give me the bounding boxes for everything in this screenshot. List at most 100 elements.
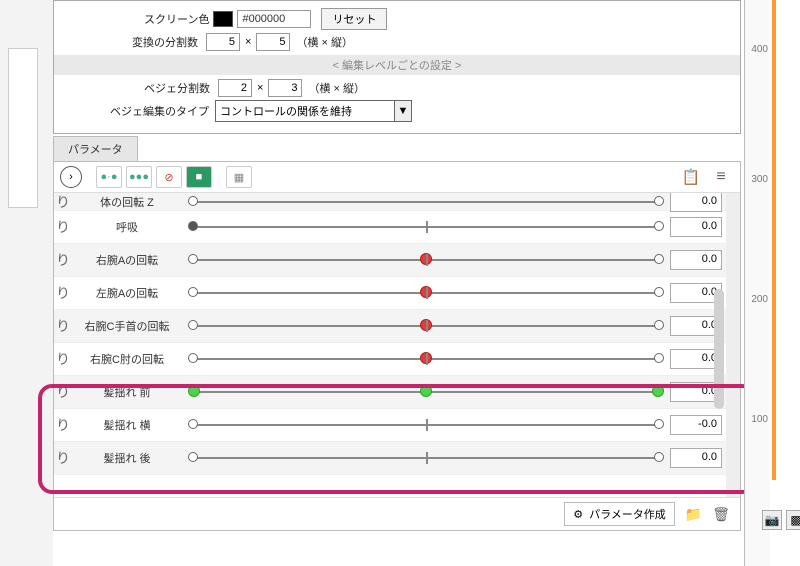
bezier-div-x-input[interactable]: 2	[218, 79, 252, 97]
slider-tick	[426, 320, 428, 332]
times-symbol: ×	[245, 36, 251, 48]
camera-icon[interactable]: 📷	[762, 510, 782, 530]
slider-end-right[interactable]	[654, 452, 664, 462]
tab-parameters[interactable]: パラメータ	[53, 136, 138, 161]
parameter-row[interactable]: り髪揺れ 横-0.0	[54, 409, 726, 442]
expand-icon[interactable]: ›	[60, 166, 82, 188]
slider-end-right[interactable]	[654, 254, 664, 264]
parameter-name: 右腕C手首の回転	[72, 318, 182, 334]
create-parameter-button[interactable]: ⚙ パラメータ作成	[564, 502, 675, 526]
slider-end-right[interactable]	[654, 221, 664, 231]
slider-end-right[interactable]	[654, 353, 664, 363]
slider-end-left[interactable]	[188, 254, 198, 264]
slider-end-left[interactable]	[188, 353, 198, 363]
parameter-slider[interactable]	[188, 380, 664, 404]
screen-color-swatch[interactable]	[213, 11, 233, 27]
pin-icon[interactable]: り	[54, 283, 72, 303]
slider-end-right[interactable]	[654, 287, 664, 297]
create-parameter-label: パラメータ作成	[589, 506, 666, 522]
slider-tick	[426, 287, 428, 299]
settings-subheader: < 編集レベルごとの設定 >	[54, 55, 740, 75]
slider-key-green[interactable]	[420, 385, 432, 397]
slider-end-right[interactable]	[652, 385, 664, 397]
pin-icon[interactable]: り	[54, 349, 72, 369]
parameter-slider[interactable]	[188, 193, 664, 214]
bezier-div-label: ベジェ分割数	[144, 80, 210, 96]
pin-icon[interactable]: り	[54, 217, 72, 237]
key-solid-icon[interactable]: ■	[186, 166, 212, 188]
parameter-row[interactable]: り呼吸0.0	[54, 211, 726, 244]
slider-end-left[interactable]	[188, 452, 198, 462]
clipboard-icon[interactable]: 📋	[678, 166, 704, 188]
slider-end-left[interactable]	[188, 287, 198, 297]
parameter-row[interactable]: り右腕C手首の回転0.0	[54, 310, 726, 343]
pin-icon[interactable]: り	[54, 448, 72, 468]
slider-end-right[interactable]	[654, 196, 664, 206]
slider-end-left[interactable]	[188, 385, 200, 397]
parameter-slider[interactable]	[188, 314, 664, 338]
ruler-tick-300: 300	[751, 174, 768, 185]
screen-color-hex[interactable]: #000000	[237, 10, 311, 28]
key-add-3-icon[interactable]: ●●●	[126, 166, 152, 188]
slider-end-left[interactable]	[188, 419, 198, 429]
ruler-tick-100: 100	[751, 414, 768, 425]
slider-tick	[426, 353, 428, 365]
checker-icon[interactable]: ▩	[786, 510, 800, 530]
pin-icon[interactable]: り	[54, 415, 72, 435]
parameter-row[interactable]: り髪揺れ 後0.0	[54, 442, 726, 475]
parameter-row[interactable]: り体の回転 Z0.0	[54, 193, 726, 211]
key-add-2-icon[interactable]: ●·●	[96, 166, 122, 188]
slider-tick	[426, 452, 428, 464]
parameter-row[interactable]: り左腕Aの回転0.0	[54, 277, 726, 310]
pin-icon[interactable]: り	[54, 250, 72, 270]
times-symbol: ×	[257, 82, 263, 94]
slider-end-left[interactable]	[188, 221, 198, 231]
screen-color-label: スクリーン色	[144, 11, 209, 27]
slider-tick	[426, 221, 428, 233]
bezier-suffix: （横 × 縦）	[308, 80, 365, 96]
right-ruler: 400 300 200 100	[744, 0, 770, 566]
bezier-type-dropdown[interactable]: コントロールの関係を維持	[215, 100, 395, 122]
pin-icon[interactable]: り	[54, 316, 72, 336]
parameter-row[interactable]: り右腕C肘の回転0.0	[54, 343, 726, 376]
folder-icon[interactable]: 📁	[685, 506, 702, 523]
division-suffix: （横 × 縦）	[296, 34, 353, 50]
division-y-input[interactable]: 5	[256, 33, 290, 51]
pin-icon[interactable]: り	[54, 382, 72, 402]
dropdown-arrow-icon[interactable]: ▼	[394, 100, 412, 122]
parameter-slider[interactable]	[188, 215, 664, 239]
division-x-input[interactable]: 5	[206, 33, 240, 51]
key-grid-icon[interactable]: ▦	[226, 166, 252, 188]
parameter-name: 髪揺れ 前	[72, 384, 182, 400]
pin-icon[interactable]: り	[54, 193, 72, 212]
slider-end-right[interactable]	[654, 419, 664, 429]
bezier-type-label: ベジェ編集のタイプ	[110, 103, 209, 119]
division-label: 変換の分割数	[132, 34, 198, 50]
slider-end-left[interactable]	[188, 196, 198, 206]
parameter-row[interactable]: り髪揺れ 前0.0	[54, 376, 726, 409]
settings-panel: スクリーン色 #000000 リセット 変換の分割数 5 × 5 （横 × 縦）…	[53, 0, 741, 134]
ruler-tick-200: 200	[751, 294, 768, 305]
scrollbar[interactable]	[712, 193, 726, 497]
param-tabstrip: パラメータ	[53, 136, 741, 161]
bezier-div-y-input[interactable]: 3	[268, 79, 302, 97]
slider-end-left[interactable]	[188, 320, 198, 330]
parameter-row[interactable]: り右腕Aの回転0.0	[54, 244, 726, 277]
parameter-slider[interactable]	[188, 446, 664, 470]
parameter-slider[interactable]	[188, 413, 664, 437]
ruler-tick-400: 400	[751, 44, 768, 55]
parameter-slider[interactable]	[188, 347, 664, 371]
parameter-name: 体の回転 Z	[72, 194, 182, 210]
scrollbar-thumb[interactable]	[714, 289, 724, 409]
slider-end-right[interactable]	[654, 320, 664, 330]
parameter-slider[interactable]	[188, 281, 664, 305]
parameter-slider[interactable]	[188, 248, 664, 272]
param-toolbar: › ●·● ●●● ⊘ ■ ▦ 📋 ≡	[54, 162, 740, 193]
key-delete-icon[interactable]: ⊘	[156, 166, 182, 188]
reset-button[interactable]: リセット	[321, 8, 387, 30]
canvas-edge	[772, 0, 800, 480]
trash-icon[interactable]: 🗑	[712, 506, 730, 523]
slider-tick	[426, 254, 428, 266]
menu-icon[interactable]: ≡	[708, 166, 734, 188]
parameter-name: 髪揺れ 横	[72, 417, 182, 433]
